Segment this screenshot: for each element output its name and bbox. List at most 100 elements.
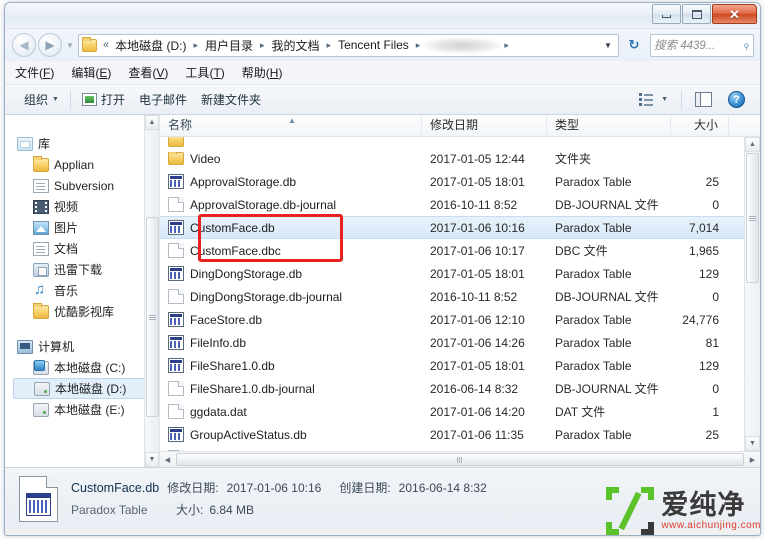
tree-item-computer[interactable]: 计算机: [13, 336, 159, 357]
table-row[interactable]: ggdata.dat 2017-01-06 14:20 DAT 文件 1: [160, 400, 744, 423]
breadcrumb-separator[interactable]: ▸: [500, 38, 513, 53]
chevron-down-icon: ▼: [52, 96, 59, 103]
file-list-vertical-scrollbar[interactable]: ▲ ▼: [744, 137, 760, 451]
table-row[interactable]: FileInfo.db 2017-01-06 14:26 Paradox Tab…: [160, 331, 744, 354]
details-size-value: 6.84 MB: [209, 503, 255, 517]
tree-item-documents[interactable]: 文档: [13, 238, 159, 259]
menu-edit[interactable]: 编辑(E): [71, 64, 111, 81]
maximize-button[interactable]: [682, 4, 711, 24]
column-header-size[interactable]: 大小: [671, 115, 729, 137]
scroll-thumb[interactable]: [176, 453, 744, 466]
new-folder-button[interactable]: 新建文件夹: [194, 88, 268, 111]
table-row[interactable]: ApprovalStorage.db 2017-01-05 18:01 Para…: [160, 170, 744, 193]
blank-file-icon: [168, 243, 184, 258]
breadcrumb-item-userdir[interactable]: 用户目录: [202, 35, 256, 56]
table-row[interactable]: Video 2017-01-05 12:44 文件夹: [160, 147, 744, 170]
help-button[interactable]: ?: [721, 88, 752, 111]
breadcrumb-separator[interactable]: ▸: [412, 38, 425, 53]
table-row[interactable]: FileShare1.0.db 2017-01-05 18:01 Paradox…: [160, 354, 744, 377]
recent-locations-button[interactable]: ▼: [64, 35, 76, 55]
scroll-down-button[interactable]: ▼: [745, 436, 760, 451]
file-name-cell: Video: [160, 151, 422, 166]
column-header-date[interactable]: 修改日期: [422, 115, 547, 137]
preview-pane-button[interactable]: [688, 89, 719, 110]
menu-help-label: 帮助: [241, 66, 266, 80]
tree-item-drive-e[interactable]: 本地磁盘 (E:): [13, 399, 159, 420]
details-size-label: 大小:: [176, 503, 204, 517]
table-row[interactable]: GroupActiveStatus.db 2017-01-06 11:35 Pa…: [160, 423, 744, 446]
tree-item-subversion[interactable]: Subversion: [13, 175, 159, 196]
breadcrumb-item-redacted[interactable]: [424, 37, 501, 53]
tree-item-label: Subversion: [54, 178, 115, 193]
refresh-button[interactable]: ↻: [623, 34, 645, 57]
table-row[interactable]: [160, 137, 744, 147]
file-date-cell: 2017-01-05 12:44: [430, 151, 525, 166]
breadcrumb-separator[interactable]: ▸: [323, 38, 336, 53]
table-row[interactable]: ApprovalStorage.db-journal 2016-10-11 8:…: [160, 193, 744, 216]
breadcrumb-item-tencent-files[interactable]: Tencent Files: [335, 36, 412, 54]
paradox-table-icon: [168, 335, 184, 350]
file-date-cell: 2017-01-06 14:20: [430, 404, 525, 419]
table-row[interactable]: FaceStore.db 2017-01-06 12:10 Paradox Ta…: [160, 308, 744, 331]
organize-label: 组织: [24, 93, 49, 107]
back-button[interactable]: ◀: [12, 33, 36, 57]
title-bar[interactable]: ✕: [5, 3, 760, 29]
file-type-cell: DB-JOURNAL 文件: [555, 198, 659, 212]
email-button[interactable]: 电子邮件: [132, 88, 194, 111]
address-bar[interactable]: « 本地磁盘 (D:) ▸ 用户目录 ▸ 我的文档 ▸ Tencent File…: [78, 33, 619, 57]
tree-item-applian[interactable]: Applian: [13, 154, 159, 175]
paradox-table-icon: [168, 358, 184, 373]
table-row-selected[interactable]: CustomFace.db 2017-01-06 10:16 Paradox T…: [160, 216, 744, 239]
tree-item-drive-d[interactable]: 本地磁盘 (D:): [13, 378, 153, 399]
menu-tools[interactable]: 工具(T): [185, 64, 224, 81]
tree-item-label: 文档: [54, 242, 79, 256]
breadcrumb-item-mydocs[interactable]: 我的文档: [269, 35, 323, 56]
tree-item-libraries[interactable]: 库: [13, 133, 159, 154]
address-dropdown-icon[interactable]: ▼: [600, 41, 616, 50]
file-list-horizontal-scrollbar[interactable]: ◀ ▶: [160, 451, 760, 467]
close-button[interactable]: ✕: [712, 4, 757, 24]
navigation-pane-scrollbar[interactable]: ▲ ▼: [144, 115, 159, 467]
change-view-button[interactable]: ▼: [632, 89, 675, 111]
scroll-thumb[interactable]: [746, 153, 759, 283]
open-button[interactable]: 打开: [75, 88, 132, 111]
column-header-type[interactable]: 类型: [547, 115, 671, 137]
tree-item-youku-library[interactable]: 优酷影视库: [13, 301, 159, 322]
tree-item-thunder-downloads[interactable]: 迅雷下载: [13, 259, 159, 280]
table-row[interactable]: DingDongStorage.db 2017-01-05 18:01 Para…: [160, 262, 744, 285]
breadcrumb-overflow-icon[interactable]: «: [100, 37, 112, 53]
music-icon: [33, 281, 49, 298]
column-headers: 名称 修改日期 类型 大小 ▲: [160, 115, 760, 137]
file-name-cell: FileShare1.0.db-journal: [160, 381, 422, 396]
scroll-up-button[interactable]: ▲: [745, 137, 760, 152]
scroll-thumb[interactable]: [146, 217, 159, 417]
menu-view[interactable]: 查看(V): [128, 64, 168, 81]
menu-help[interactable]: 帮助(H): [242, 64, 283, 81]
table-row[interactable]: DingDongStorage.db-journal 2016-10-11 8:…: [160, 285, 744, 308]
breadcrumb-separator[interactable]: ▸: [256, 38, 269, 53]
forward-button[interactable]: ▶: [38, 33, 62, 57]
tree-item-music[interactable]: 音乐: [13, 280, 159, 301]
breadcrumb-item-drive[interactable]: 本地磁盘 (D:): [112, 35, 189, 56]
organize-button[interactable]: 组织 ▼: [17, 88, 66, 111]
scroll-up-button[interactable]: ▲: [145, 115, 159, 130]
minimize-button[interactable]: [652, 4, 681, 24]
details-filetype: Paradox Table: [71, 503, 148, 517]
breadcrumb-separator[interactable]: ▸: [189, 38, 202, 53]
paradox-table-icon: [168, 266, 184, 281]
table-row[interactable]: FileShare1.0.db-journal 2016-06-14 8:32 …: [160, 377, 744, 400]
scroll-right-button[interactable]: ▶: [745, 452, 760, 467]
file-type-cell: DBC 文件: [555, 244, 608, 258]
scroll-left-button[interactable]: ◀: [160, 452, 175, 467]
tree-item-pictures[interactable]: 图片: [13, 217, 159, 238]
search-input[interactable]: 搜索 4439...: [654, 37, 743, 53]
scroll-down-button[interactable]: ▼: [145, 452, 159, 467]
file-type-cell: DAT 文件: [555, 405, 606, 419]
search-box[interactable]: 搜索 4439... ⌕: [650, 33, 754, 57]
menu-file[interactable]: 文件(F): [15, 64, 54, 81]
tree-item-videos[interactable]: 视频: [13, 196, 159, 217]
file-date-cell: 2017-01-06 10:16: [430, 220, 525, 235]
tree-item-label: 图片: [54, 221, 79, 235]
table-row[interactable]: CustomFace.dbc 2017-01-06 10:17 DBC 文件 1…: [160, 239, 744, 262]
tree-item-drive-c[interactable]: 本地磁盘 (C:): [13, 357, 159, 378]
